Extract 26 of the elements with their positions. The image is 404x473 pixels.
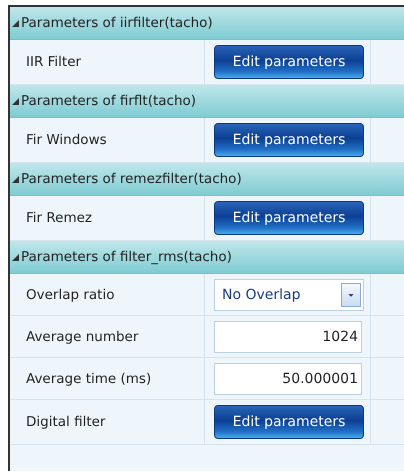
section-header[interactable]: Parameters of filter_rms(tacho) [10,241,404,274]
expand-triangle-icon[interactable] [12,20,19,26]
overlap-dropdown[interactable]: No Overlap [214,278,364,310]
section-header[interactable]: Parameters of iirfilter(tacho) [10,7,404,40]
expand-triangle-icon[interactable] [12,176,19,182]
property-label: Overlap ratio [26,286,114,302]
edit-parameters-button[interactable]: Edit parameters [214,201,364,235]
section-title: Parameters of remezfilter(tacho) [21,171,242,187]
number-field[interactable]: 50.000001 [214,362,362,394]
property-label: Digital filter [26,414,106,430]
section-title: Parameters of filter_rms(tacho) [21,249,232,265]
edit-parameters-button[interactable]: Edit parameters [214,405,364,439]
edit-parameters-button[interactable]: Edit parameters [214,45,364,79]
number-field[interactable]: 1024 [214,320,362,352]
expand-triangle-icon[interactable] [12,98,19,104]
section-header[interactable]: Parameters of remezfilter(tacho) [10,163,404,196]
property-label: Average time (ms) [26,370,152,386]
property-label: IIR Filter [26,54,82,70]
section-title: Parameters of firflt(tacho) [21,93,196,109]
section-header[interactable]: Parameters of firflt(tacho) [10,85,404,118]
edit-parameters-button[interactable]: Edit parameters [214,123,364,157]
property-label: Fir Windows [26,132,107,148]
section-title: Parameters of iirfilter(tacho) [21,15,213,31]
property-label: Average number [26,328,138,344]
property-label: Fir Remez [26,210,92,226]
expand-triangle-icon[interactable] [12,254,19,260]
